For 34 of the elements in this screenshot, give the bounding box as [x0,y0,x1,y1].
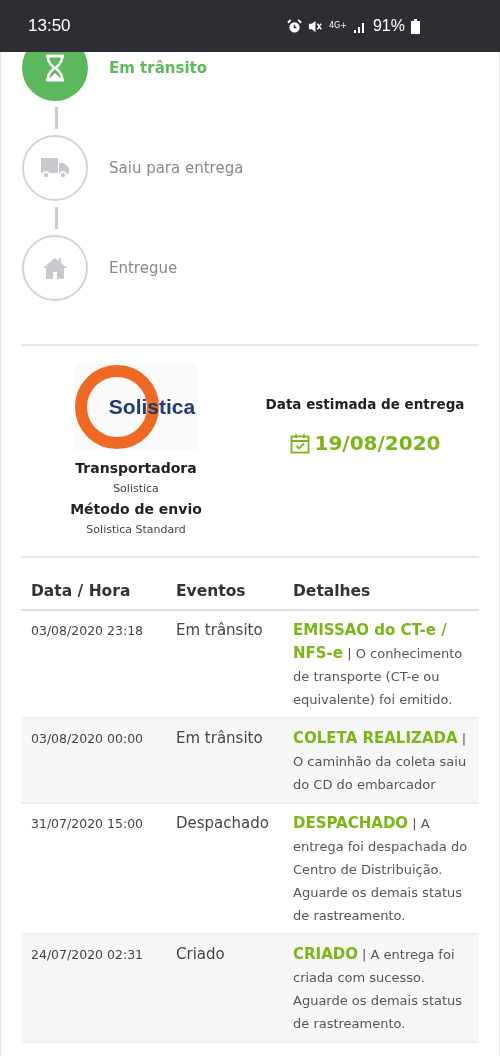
method-label: Método de envio [70,499,202,519]
column-header: Eventos [176,581,247,602]
details-cell-text: CRIADO | A entrega foi criada com sucesso. Aguarde os demais status de rastreamento. [293,944,464,1034]
calendar-icon [289,432,310,454]
column-header: Detalhes [293,581,372,602]
step-label: Entregue [109,257,178,279]
status-time: 13:50 [28,15,71,38]
carrier-label: Transportadora [75,459,197,478]
mute-icon [307,18,323,34]
house-icon [42,257,68,279]
date-cell-text: 03/08/2020 00:00 [31,730,145,749]
details-cell-text: COLETA REALIZADA | O caminhão da coleta saiu do CD do embarcador [293,728,468,795]
date-cell-text: 31/07/2020 15:00 [31,815,145,834]
truck-icon [41,157,69,179]
event-cell-text: Em trânsito [176,728,264,750]
estimated-date-label: Data estimada de entrega [265,395,465,414]
alarm-icon [286,18,302,34]
event-cell-text: Em trânsito [176,620,264,642]
details-cell-text: DESPACHADO | A entrega foi despachada do Centro de Distribuição. Aguarde os demais status de rastreamento. [293,813,469,926]
step-label: Em trânsito [109,57,207,79]
event-cell-text: Criado [176,944,226,966]
step-label: Saiu para entrega [109,157,244,179]
event-cell-text: Despachado [176,813,270,835]
carrier-name: Solistica [113,481,159,497]
column-header: Data / Hora [31,581,132,602]
battery-level: 91% [372,16,405,36]
date-cell-text: 03/08/2020 23:18 [31,622,145,641]
details-cell-text: EMISSAO do CT-e / NFS-e | O conhecimento de transporte (CT-e ou equivalente) foi emitido. [293,620,464,710]
network-label: 4G+ [328,22,347,30]
date-cell-text: 24/07/2020 02:31 [31,946,145,965]
estimated-date: 19/08/2020 [314,430,441,458]
method-name: Solistica Standard [86,521,186,538]
hourglass-icon [44,54,66,82]
battery-icon [411,18,420,34]
